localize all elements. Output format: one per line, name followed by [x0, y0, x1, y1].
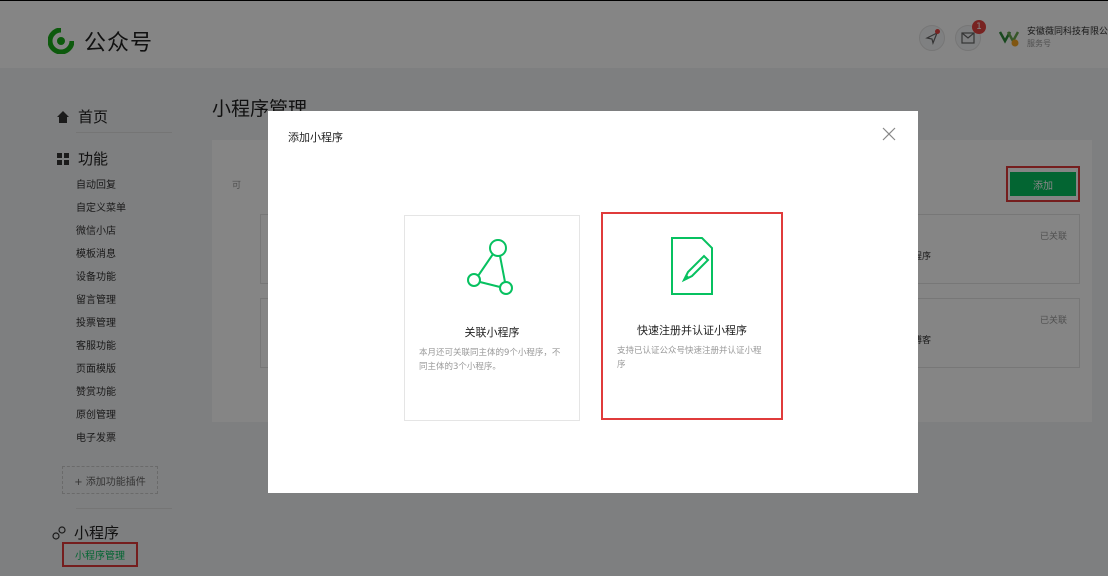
option-title: 快速注册并认证小程序	[637, 324, 747, 337]
option-description: 本月还可关联同主体的9个小程序，不同主体的3个小程序。	[419, 348, 561, 372]
option-title: 关联小程序	[464, 326, 520, 339]
option-description: 支持已认证公众号快速注册并认证小程序	[617, 346, 762, 370]
link-icon	[467, 239, 513, 295]
close-icon[interactable]	[880, 125, 898, 143]
add-miniprogram-dialog: 添加小程序 关联小程序 本月还可关联同主体的9个小程序，不同主体的3个小程序。 …	[268, 111, 918, 493]
dialog-title: 添加小程序	[288, 131, 343, 144]
quick-register-option[interactable]: 快速注册并认证小程序 支持已认证公众号快速注册并认证小程序	[601, 212, 783, 420]
link-miniprogram-option[interactable]: 关联小程序 本月还可关联同主体的9个小程序，不同主体的3个小程序。	[404, 215, 580, 421]
document-edit-icon	[671, 237, 713, 295]
